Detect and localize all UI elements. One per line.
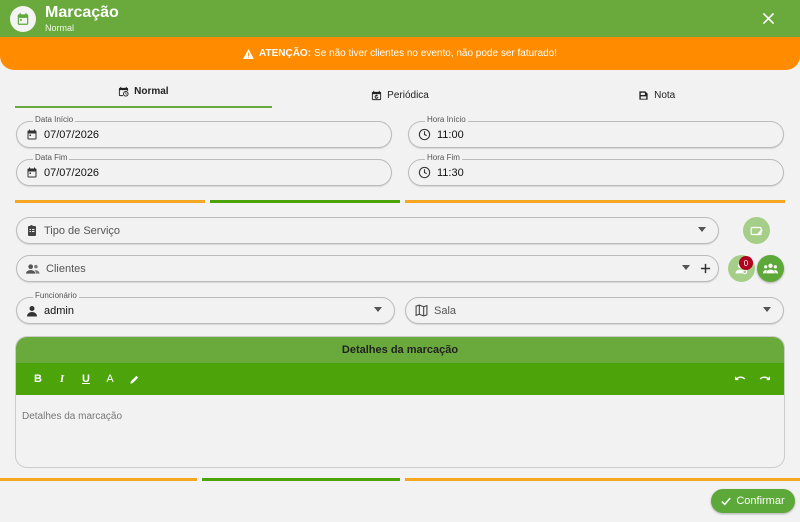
confirm-button[interactable]: Confirmar [711, 489, 795, 513]
start-time-label: Hora Início [425, 115, 468, 124]
close-icon [762, 12, 774, 24]
end-date-value: 07/07/2026 [44, 166, 100, 179]
bold-button[interactable]: B [26, 369, 50, 389]
divider [210, 200, 400, 203]
clients-placeholder: Clientes [46, 262, 86, 275]
start-time-value: 11:00 [437, 128, 464, 141]
italic-button[interactable]: I [50, 369, 74, 389]
group-icon [763, 263, 778, 274]
dialog-subtitle: Normal [45, 23, 75, 33]
clients-select[interactable]: Clientes [16, 255, 719, 282]
close-button[interactable] [760, 10, 776, 26]
tab-bar: Normal Periódica Nota [15, 80, 785, 108]
start-time-field[interactable]: Hora Início 11:00 [408, 115, 784, 148]
divider [15, 200, 205, 203]
end-time-value: 11:30 [437, 166, 464, 179]
room-placeholder: Sala [434, 304, 457, 317]
end-date-field[interactable]: Data Fim 07/07/2026 [16, 153, 392, 186]
undo-button[interactable] [728, 369, 752, 389]
warning-banner: ATENÇÃO: Se não tiver clientes no evento… [0, 37, 800, 70]
calendar-clock-icon [119, 86, 129, 97]
redo-button[interactable] [752, 369, 776, 389]
chevron-down-icon [682, 265, 690, 270]
pencil-icon [129, 375, 138, 384]
tab-normal-label: Normal [134, 85, 169, 97]
calendar-icon [27, 167, 37, 178]
highlight-button[interactable] [122, 369, 146, 389]
start-date-field[interactable]: Data Início 07/07/2026 [16, 115, 392, 148]
editor-title: Detalhes da marcação [16, 337, 784, 363]
tag-edit-icon [750, 226, 763, 235]
calendar-repeat-icon [372, 90, 382, 100]
editor-placeholder: Detalhes da marcação [22, 411, 123, 422]
check-icon [721, 497, 732, 506]
end-date-label: Data Fim [33, 153, 70, 162]
warning-text: Se não tiver clientes no evento, não pod… [314, 48, 557, 59]
confirm-label: Confirmar [736, 495, 785, 507]
editor-body[interactable]: Detalhes da marcação [16, 395, 784, 438]
service-type-placeholder: Tipo de Serviço [44, 224, 121, 237]
clients-group-button[interactable] [757, 255, 784, 282]
divider [405, 200, 785, 203]
warning-prefix: ATENÇÃO: [259, 48, 312, 59]
person-icon [27, 305, 37, 316]
employee-label: Funcionário [33, 291, 79, 300]
service-tag-button[interactable] [743, 217, 770, 244]
end-time-field[interactable]: Hora Fim 11:30 [408, 153, 784, 186]
divider [202, 478, 400, 481]
undo-icon [734, 376, 745, 381]
end-time-label: Hora Fim [425, 153, 462, 162]
clock-icon [418, 166, 431, 179]
employee-select[interactable]: Funcionário admin [16, 291, 395, 324]
tab-nota-label: Nota [654, 89, 676, 101]
tab-periodica[interactable]: Periódica [272, 80, 529, 106]
employee-value: admin [44, 304, 74, 317]
underline-button[interactable]: U [74, 369, 98, 389]
map-icon [415, 304, 428, 317]
redo-icon [759, 376, 770, 381]
divider [405, 478, 800, 481]
chevron-down-icon [374, 307, 382, 312]
plus-icon[interactable] [700, 263, 711, 274]
start-date-value: 07/07/2026 [44, 128, 100, 141]
dialog-title: Marcação [45, 4, 119, 21]
start-date-label: Data Início [33, 115, 76, 124]
calendar-icon [27, 129, 37, 140]
text-color-button[interactable]: A [98, 369, 122, 389]
chevron-down-icon [763, 307, 771, 312]
details-editor: Detalhes da marcação B I U A Detalhes da… [15, 336, 785, 468]
service-type-select[interactable]: Tipo de Serviço [16, 217, 719, 244]
clock-icon [418, 128, 431, 141]
divider [0, 478, 197, 481]
tab-periodica-label: Periódica [387, 89, 429, 101]
dialog-header: Marcação Normal [0, 0, 800, 37]
editor-toolbar: B I U A [16, 363, 784, 395]
calendar-icon [10, 6, 36, 32]
clients-count-badge: 0 [739, 256, 753, 270]
warning-icon [243, 48, 254, 59]
room-select[interactable]: Sala [405, 297, 784, 324]
note-icon [639, 90, 648, 100]
clipboard-icon [28, 225, 36, 236]
tab-nota[interactable]: Nota [528, 80, 785, 106]
tab-normal[interactable]: Normal [15, 80, 272, 108]
chevron-down-icon [698, 227, 706, 232]
people-icon [26, 263, 40, 274]
